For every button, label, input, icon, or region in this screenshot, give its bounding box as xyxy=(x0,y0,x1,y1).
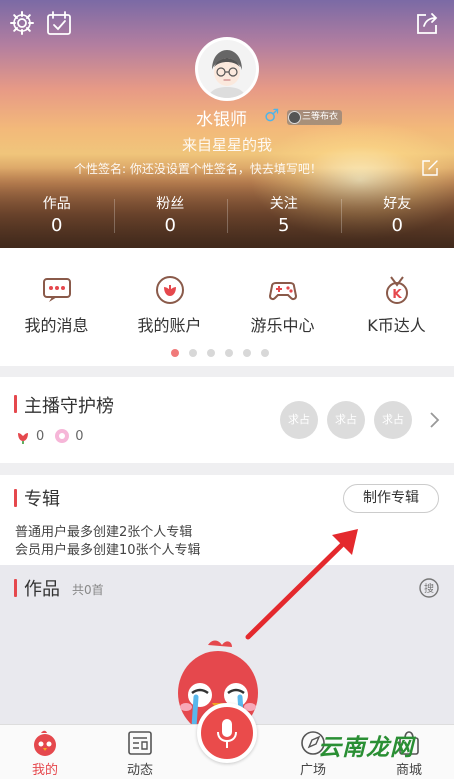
stat-label: 关注 xyxy=(269,196,298,212)
share-icon[interactable] xyxy=(414,10,440,36)
quick-item-messages[interactable]: 我的消息 xyxy=(0,275,113,336)
level-badge-icon xyxy=(288,111,301,124)
stats-bar: 作品 0 粉丝 0 关注 5 好友 0 xyxy=(0,193,454,241)
section-accent-bar xyxy=(14,489,17,507)
account-flower-icon xyxy=(155,276,184,304)
calendar-checkin-icon[interactable] xyxy=(46,10,72,36)
gift-summary: 0 0 xyxy=(15,428,94,444)
username: 水银师 xyxy=(196,110,247,130)
guard-seat[interactable]: 求占 xyxy=(280,401,318,439)
username-row: 水银师 ♂ 三等布衣 xyxy=(0,105,454,130)
nav-tab-mine[interactable]: 我的 xyxy=(0,725,90,779)
page-dot[interactable] xyxy=(171,349,179,357)
page-dot[interactable] xyxy=(243,349,251,357)
stat-following[interactable]: 关注 5 xyxy=(227,193,341,241)
level-badge-label: 三等布衣 xyxy=(302,112,339,122)
stat-value: 0 xyxy=(164,215,176,236)
gift-count: 0 xyxy=(75,428,84,444)
settings-gear-icon[interactable] xyxy=(9,10,35,36)
search-icon[interactable]: 搜 xyxy=(418,577,440,599)
works-section: 作品 共0首 搜 xyxy=(0,565,454,725)
section-accent-bar xyxy=(14,395,17,413)
level-badge[interactable]: 三等布衣 xyxy=(287,110,343,125)
guard-ranking-title: 主播守护榜 xyxy=(24,396,114,417)
watermark-text: 云南龙网 xyxy=(318,735,414,761)
nav-label: 动态 xyxy=(126,763,153,778)
avatar[interactable] xyxy=(195,37,259,101)
carousel-page-indicator xyxy=(171,349,269,357)
quick-menu: 我的消息 我的账户 游乐中心 K K币达人 xyxy=(0,248,454,366)
nav-label: 我的 xyxy=(31,763,58,778)
quick-item-account[interactable]: 我的账户 xyxy=(113,275,226,336)
origin-text: 来自星星的我 xyxy=(181,136,272,154)
svg-text:K: K xyxy=(392,287,402,301)
album-limit-member: 会员用户最多创建10张个人专辑 xyxy=(15,543,201,558)
page-dot[interactable] xyxy=(207,349,215,357)
album-title: 专辑 xyxy=(24,489,60,510)
k-medal-icon: K xyxy=(385,276,408,304)
album-section: 专辑 制作专辑 普通用户最多创建2张个人专辑 会员用户最多创建10张个人专辑 xyxy=(0,475,454,565)
news-feed-icon xyxy=(128,731,152,755)
male-gender-icon: ♂ xyxy=(264,106,280,126)
works-title: 作品 xyxy=(24,579,60,600)
page-dot[interactable] xyxy=(189,349,197,357)
stat-friends[interactable]: 好友 0 xyxy=(340,193,454,241)
edit-signature-icon[interactable] xyxy=(421,159,439,177)
quick-item-label: 我的消息 xyxy=(24,316,89,335)
gamepad-icon xyxy=(268,282,297,301)
profile-header: 水银师 ♂ 三等布衣 来自星星的我 个性签名: 你还没设置个性签名，快去填写吧！… xyxy=(0,0,454,248)
stat-value: 0 xyxy=(51,215,63,236)
nav-tab-feed[interactable]: 动态 xyxy=(95,725,185,779)
guard-ranking-section[interactable]: 主播守护榜 0 0 求占 求占 求占 xyxy=(0,377,454,463)
stat-value: 0 xyxy=(391,215,403,236)
quick-item-k-coin[interactable]: K K币达人 xyxy=(340,275,453,336)
chevron-right-icon[interactable] xyxy=(424,410,444,430)
quick-item-label: K币达人 xyxy=(367,316,426,335)
bird-mascot-icon xyxy=(34,730,56,756)
guard-seat[interactable]: 求占 xyxy=(327,401,365,439)
create-album-button[interactable]: 制作专辑 xyxy=(343,484,439,513)
stat-label: 粉丝 xyxy=(156,196,185,212)
album-limit-normal: 普通用户最多创建2张个人专辑 xyxy=(15,525,193,540)
works-count: 共0首 xyxy=(72,583,104,597)
signature-text[interactable]: 个性签名: 你还没设置个性签名，快去填写吧！ xyxy=(74,160,322,177)
stat-fans[interactable]: 粉丝 0 xyxy=(113,193,228,241)
guard-seat[interactable]: 求占 xyxy=(374,401,412,439)
section-accent-bar xyxy=(14,579,17,597)
stat-value: 5 xyxy=(278,215,290,236)
page-dot[interactable] xyxy=(261,349,269,357)
stat-works[interactable]: 作品 0 xyxy=(0,193,114,241)
stat-label: 好友 xyxy=(383,196,412,212)
quick-item-label: 游乐中心 xyxy=(250,316,315,335)
quick-item-label: 我的账户 xyxy=(137,316,202,335)
stat-label: 作品 xyxy=(42,196,71,212)
quick-item-game-center[interactable]: 游乐中心 xyxy=(226,275,339,336)
avatar-face-icon xyxy=(198,40,256,98)
microphone-icon xyxy=(217,719,237,748)
gift-flower-icon xyxy=(55,429,70,443)
flower-count: 0 xyxy=(36,428,45,444)
page-dot[interactable] xyxy=(225,349,233,357)
svg-text:搜: 搜 xyxy=(424,582,434,595)
flower-icon xyxy=(18,433,28,444)
message-icon xyxy=(42,278,71,302)
record-button[interactable] xyxy=(197,703,257,763)
